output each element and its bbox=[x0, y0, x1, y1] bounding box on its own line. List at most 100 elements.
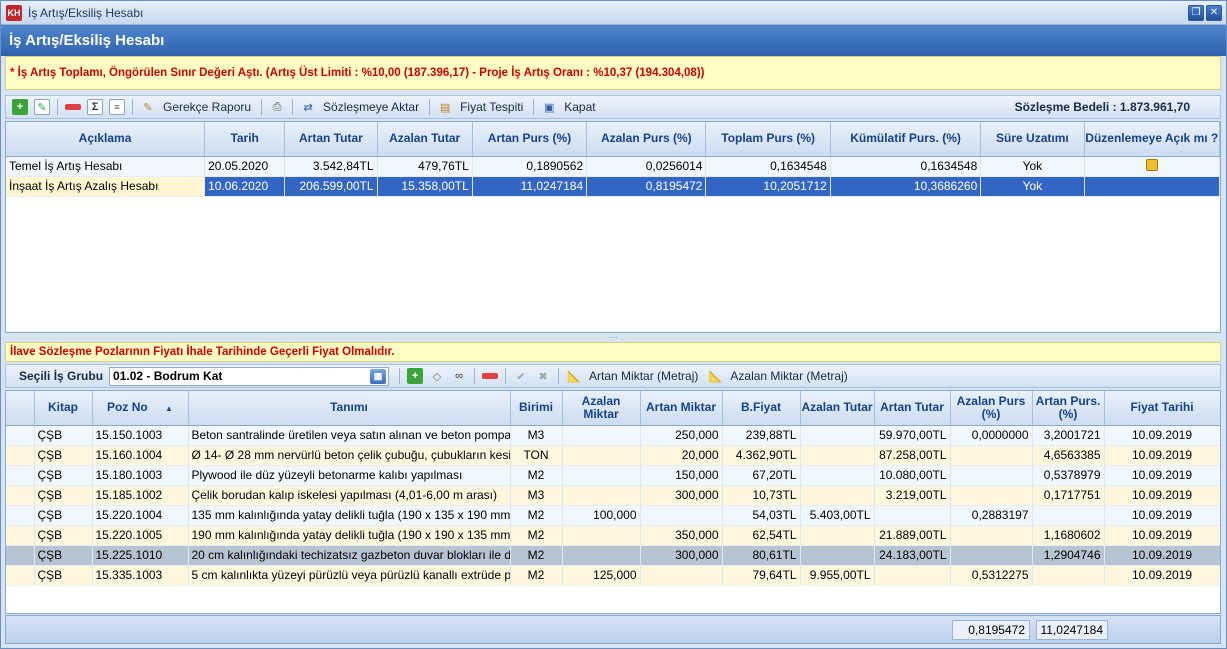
splitter-handle[interactable]: .... bbox=[5, 332, 1221, 340]
row-indicator[interactable] bbox=[6, 545, 35, 566]
cell: Beton santralinde üretilen veya satın al… bbox=[188, 425, 511, 446]
table-row[interactable]: İnşaat İş Artış Azalış Hesabı 10.06.2020… bbox=[6, 176, 1220, 197]
bottom-grid: Kitap Poz No ▲ Tanımı Birimi Azalan Mikt… bbox=[5, 390, 1221, 614]
gerekce-raporu-button[interactable]: ✎ Gerekçe Raporu bbox=[137, 99, 251, 115]
cell: 5.403,00TL bbox=[800, 505, 875, 526]
minus-icon[interactable] bbox=[65, 104, 81, 110]
col-artan-tutar[interactable]: Artan Tutar bbox=[874, 391, 951, 426]
cell: 10.09.2019 bbox=[1104, 525, 1220, 546]
azalan-purs-total: 0,8195472 bbox=[952, 620, 1030, 640]
col-kumulatif-purs[interactable]: Kümülatif Purs. (%) bbox=[830, 122, 982, 157]
cell: 0,5312275 bbox=[950, 565, 1033, 586]
cell: 1,2904746 bbox=[1032, 545, 1105, 566]
cell bbox=[800, 425, 875, 446]
restore-button[interactable]: ❐ bbox=[1188, 4, 1204, 21]
col-azalan-tutar[interactable]: Azalan Tutar bbox=[377, 122, 473, 157]
col-fiyat-tarihi[interactable]: Fiyat Tarihi bbox=[1104, 391, 1220, 426]
col-aciklama[interactable]: Açıklama bbox=[6, 122, 206, 157]
col-azalan-miktar[interactable]: Azalan Miktar bbox=[562, 391, 641, 426]
bottom-toolbar: Seçili İş Grubu 01.02 - Bodrum Kat ▦ + ◇… bbox=[5, 364, 1221, 388]
document-icon[interactable]: ≡ bbox=[109, 99, 125, 115]
cell: 0,0256014 bbox=[586, 156, 707, 177]
price-warning: İlave Sözleşme Pozlarının Fiyatı İhale T… bbox=[5, 342, 1221, 362]
cancel-icon[interactable]: ✖ bbox=[535, 368, 551, 384]
edit-icon[interactable]: ✎ bbox=[34, 99, 50, 115]
cell bbox=[562, 465, 641, 486]
top-grid-header: Açıklama Tarih Artan Tutar Azalan Tutar … bbox=[6, 122, 1220, 157]
cell: 3.542,84TL bbox=[284, 156, 378, 177]
col-artan-purs[interactable]: Artan Purs. (%) bbox=[1032, 391, 1105, 426]
table-row[interactable]: ÇŞB 15.150.1003 Beton santralinde üretilen… bbox=[6, 425, 1220, 446]
col-poz-no-label: Poz No bbox=[107, 399, 148, 414]
cell: 11,0247184 bbox=[472, 176, 588, 197]
cell: ÇŞB bbox=[34, 445, 93, 466]
col-azalan-purs[interactable]: Azalan Purs (%) bbox=[586, 122, 707, 157]
binoculars-icon[interactable]: ∞ bbox=[451, 368, 467, 384]
minus-icon[interactable] bbox=[482, 373, 499, 379]
sozlesmeye-aktar-button[interactable]: ⇄ Sözleşmeye Aktar bbox=[297, 99, 419, 115]
cell: 10.09.2019 bbox=[1104, 425, 1220, 446]
row-indicator[interactable] bbox=[6, 525, 35, 546]
row-indicator[interactable] bbox=[6, 445, 35, 466]
totals-bar: 0,8195472 11,0247184 bbox=[5, 615, 1221, 644]
row-indicator[interactable] bbox=[6, 565, 35, 586]
col-azalan-purs[interactable]: Azalan Purs (%) bbox=[950, 391, 1033, 426]
lookup-icon[interactable]: ▦ bbox=[370, 368, 387, 384]
row-indicator[interactable] bbox=[6, 505, 35, 526]
table-row[interactable]: ÇŞB 15.160.1004 Ø 14- Ø 28 mm nervürlü bet… bbox=[6, 445, 1220, 466]
cell: 20.05.2020 bbox=[204, 156, 286, 177]
plus-icon[interactable]: + bbox=[407, 368, 424, 384]
table-row[interactable]: ÇŞB 15.185.1002 Çelik borudan kalıp iskele… bbox=[6, 485, 1220, 506]
kapat-button[interactable]: ▣ Kapat bbox=[538, 99, 596, 115]
cell: 15.225.1010 bbox=[92, 545, 189, 566]
table-row[interactable]: ÇŞB 15.335.1003 5 cm kalınlıkta yüzeyi pür… bbox=[6, 565, 1220, 586]
col-poz-no[interactable]: Poz No ▲ bbox=[92, 391, 189, 426]
azalan-metraj-button[interactable]: 📐 Azalan Miktar (Metraj) bbox=[704, 368, 848, 384]
is-grubu-label: Seçili İş Grubu bbox=[19, 369, 104, 383]
cell bbox=[562, 545, 641, 566]
table-row[interactable]: ÇŞB 15.180.1003 Plywood ile düz yüzeyli be… bbox=[6, 465, 1220, 486]
col-artan-miktar[interactable]: Artan Miktar bbox=[640, 391, 723, 426]
col-artan-tutar[interactable]: Artan Tutar bbox=[284, 122, 378, 157]
cell: 10.09.2019 bbox=[1104, 565, 1220, 586]
table-row[interactable]: ÇŞB 15.220.1004 135 mm kalınlığında yatay … bbox=[6, 505, 1220, 526]
artan-metraj-button[interactable]: 📐 Artan Miktar (Metraj) bbox=[563, 368, 698, 384]
col-kitap[interactable]: Kitap bbox=[34, 391, 93, 426]
col-artan-purs[interactable]: Artan Purs (%) bbox=[472, 122, 588, 157]
cell: 10.09.2019 bbox=[1104, 485, 1220, 506]
table-row[interactable]: ÇŞB 15.225.1010 20 cm kalınlığındaki techi… bbox=[6, 545, 1220, 566]
col-birimi[interactable]: Birimi bbox=[510, 391, 563, 426]
close-button[interactable]: ✕ bbox=[1206, 4, 1222, 21]
table-row[interactable]: ÇŞB 15.220.1005 190 mm kalınlığında yatay … bbox=[6, 525, 1220, 546]
col-toplam-purs[interactable]: Toplam Purs (%) bbox=[705, 122, 831, 157]
cell: M3 bbox=[510, 485, 563, 506]
cell: M2 bbox=[510, 465, 563, 486]
cell: 3,2001721 bbox=[1032, 425, 1105, 446]
row-indicator[interactable] bbox=[6, 425, 35, 446]
fiyat-tespiti-button[interactable]: ▤ Fiyat Tespiti bbox=[434, 99, 523, 115]
col-sure-uzatimi[interactable]: Süre Uzatımı bbox=[980, 122, 1085, 157]
col-bfiyat[interactable]: B.Fiyat bbox=[722, 391, 801, 426]
col-tarih[interactable]: Tarih bbox=[204, 122, 286, 157]
col-azalan-tutar[interactable]: Azalan Tutar bbox=[800, 391, 875, 426]
printer-icon[interactable]: ⎙ bbox=[269, 99, 285, 115]
is-grubu-select[interactable]: 01.02 - Bodrum Kat ▦ bbox=[109, 366, 390, 386]
artan-metraj-label: Artan Miktar (Metraj) bbox=[589, 369, 699, 383]
col-tanimi[interactable]: Tanımı bbox=[188, 391, 511, 426]
plus-icon[interactable]: + bbox=[12, 99, 28, 115]
cell: 79,64TL bbox=[722, 565, 801, 586]
cell bbox=[800, 445, 875, 466]
cell bbox=[874, 565, 951, 586]
check-icon[interactable]: ✔ bbox=[513, 368, 529, 384]
cell: ÇŞB bbox=[34, 545, 93, 566]
table-row[interactable]: Temel İş Artış Hesabı 20.05.2020 3.542,8… bbox=[6, 156, 1220, 177]
cell: Ø 14- Ø 28 mm nervürlü beton çelik çubuğ… bbox=[188, 445, 511, 466]
row-indicator[interactable] bbox=[6, 465, 35, 486]
eraser-icon[interactable]: ◇ bbox=[429, 368, 445, 384]
row-indicator[interactable] bbox=[6, 485, 35, 506]
gerekce-label: Gerekçe Raporu bbox=[163, 100, 252, 114]
col-duzenlemeye-acik[interactable]: Düzenlemeye Açık mı ? bbox=[1084, 122, 1220, 157]
sigma-icon[interactable]: Σ bbox=[87, 99, 103, 115]
exit-icon: ▣ bbox=[544, 101, 555, 114]
kapat-label: Kapat bbox=[564, 100, 596, 114]
